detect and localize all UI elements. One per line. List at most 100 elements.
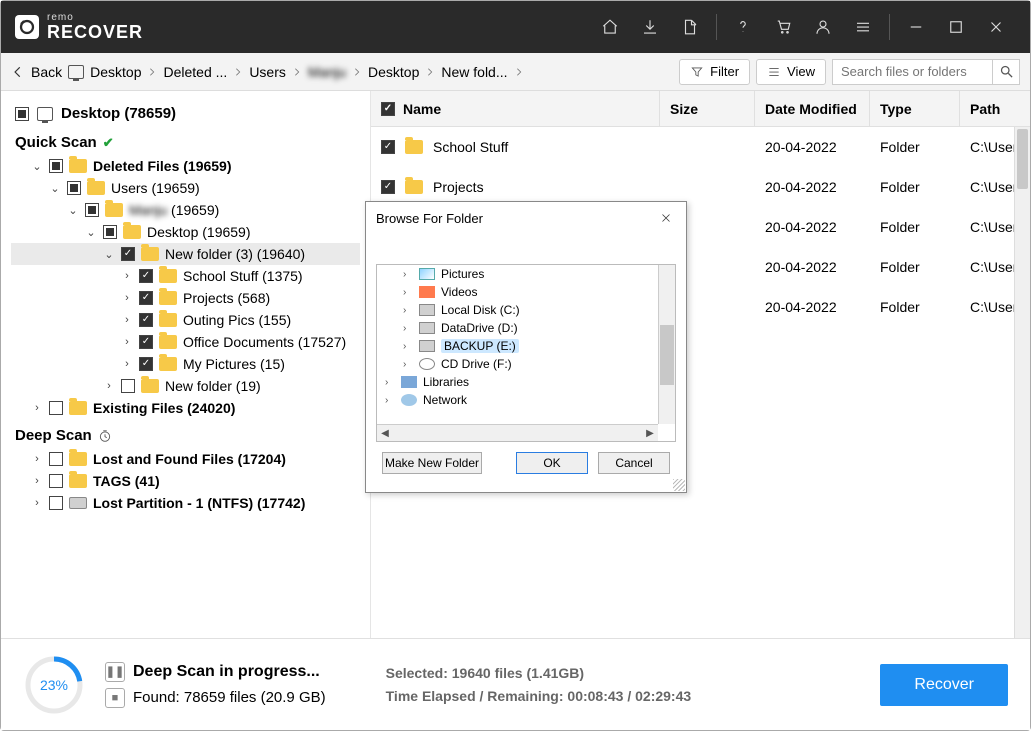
breadcrumb-item[interactable]: Users [249,64,286,80]
node-checkbox[interactable] [49,159,63,173]
expand-toggle[interactable]: › [121,358,133,370]
tree-node[interactable]: ›Existing Files (24020) [11,397,360,419]
col-path[interactable]: Path [960,91,1030,126]
tree-node[interactable]: ›Lost Partition - 1 (NTFS) (17742) [11,492,360,514]
dialog-tree-item[interactable]: ›DataDrive (D:) [377,319,675,337]
node-checkbox[interactable] [139,291,153,305]
pause-button[interactable]: ❚❚ [105,662,125,682]
breadcrumb-item[interactable]: Desktop [68,64,141,80]
node-checkbox[interactable] [121,379,135,393]
vertical-scrollbar[interactable] [1014,127,1030,640]
make-new-folder-button[interactable]: Make New Folder [382,452,482,474]
close-icon[interactable] [976,1,1016,53]
dialog-tree-item[interactable]: ›Videos [377,283,675,301]
cart-icon[interactable] [763,1,803,53]
expand-toggle[interactable]: ⌄ [103,248,115,261]
maximize-icon[interactable] [936,1,976,53]
tree-node[interactable]: ›Lost and Found Files (17204) [11,448,360,470]
node-checkbox[interactable] [67,181,81,195]
node-checkbox[interactable] [49,452,63,466]
node-checkbox[interactable] [121,247,135,261]
back-button[interactable]: Back [11,64,62,80]
dialog-folder-tree[interactable]: ›Pictures›Videos›Local Disk (C:)›DataDri… [376,264,676,442]
tree-node[interactable]: ›TAGS (41) [11,470,360,492]
dialog-close-button[interactable] [656,208,676,228]
expand-toggle[interactable]: › [31,475,43,487]
node-checkbox[interactable] [139,335,153,349]
file-row[interactable]: School Stuff20-04-2022FolderC:\Users [371,127,1030,167]
expand-toggle[interactable]: ⌄ [67,204,79,217]
search-button[interactable] [992,59,1020,85]
dialog-tree-item[interactable]: ›Libraries [377,373,675,391]
expand-toggle[interactable]: › [121,270,133,282]
dialog-tree-item[interactable]: ›CD Drive (F:) [377,355,675,373]
node-checkbox[interactable] [85,203,99,217]
recover-button[interactable]: Recover [880,664,1008,706]
breadcrumb-item[interactable]: Deleted ... [163,64,227,80]
tree-node[interactable]: ⌄New folder (3) (19640) [11,243,360,265]
view-button[interactable]: View [756,59,826,85]
tree-node[interactable]: ⌄Desktop (19659) [11,221,360,243]
expand-arrow-icon[interactable]: › [403,269,413,280]
node-checkbox[interactable] [49,496,63,510]
expand-toggle[interactable]: › [121,292,133,304]
row-checkbox[interactable] [381,180,395,194]
row-checkbox[interactable] [381,140,395,154]
node-checkbox[interactable] [49,474,63,488]
expand-toggle[interactable]: ⌄ [31,160,43,173]
expand-toggle[interactable]: ⌄ [85,226,97,239]
breadcrumb-item[interactable]: Desktop [368,64,419,80]
expand-toggle[interactable]: › [31,497,43,509]
home-icon[interactable] [590,1,630,53]
download-icon[interactable] [630,1,670,53]
tree-node[interactable]: ›Office Documents (17527) [11,331,360,353]
node-checkbox[interactable] [139,357,153,371]
dialog-vscrollbar[interactable] [658,265,675,424]
expand-toggle[interactable]: › [31,402,43,414]
expand-arrow-icon[interactable]: › [385,377,395,388]
node-checkbox[interactable] [103,225,117,239]
menu-icon[interactable] [843,1,883,53]
node-checkbox[interactable] [139,269,153,283]
dialog-hscrollbar[interactable]: ◀▶ [377,424,658,441]
tree-node[interactable]: ⌄Manju (19659) [11,199,360,221]
tree-node[interactable]: ›Outing Pics (155) [11,309,360,331]
dialog-tree-item[interactable]: ›Local Disk (C:) [377,301,675,319]
node-checkbox[interactable] [49,401,63,415]
search-input[interactable] [832,59,992,85]
expand-arrow-icon[interactable]: › [403,305,413,316]
stop-button[interactable]: ■ [105,688,125,708]
expand-toggle[interactable]: › [31,453,43,465]
col-type[interactable]: Type [870,91,960,126]
tree-node[interactable]: ⌄Users (19659) [11,177,360,199]
expand-toggle[interactable]: › [121,314,133,326]
expand-toggle[interactable]: ⌄ [49,182,61,195]
node-checkbox[interactable] [139,313,153,327]
ok-button[interactable]: OK [516,452,588,474]
cancel-button[interactable]: Cancel [598,452,670,474]
breadcrumb-item[interactable]: Manju [308,64,346,80]
dialog-title-bar[interactable]: Browse For Folder [366,202,686,234]
expand-toggle[interactable]: › [103,380,115,392]
dialog-tree-item[interactable]: ›Network [377,391,675,409]
help-icon[interactable] [723,1,763,53]
expand-arrow-icon[interactable]: › [403,359,413,370]
expand-arrow-icon[interactable]: › [403,287,413,298]
select-all-checkbox[interactable] [381,102,395,116]
col-size[interactable]: Size [660,91,755,126]
dialog-resize-handle[interactable] [673,479,685,491]
expand-arrow-icon[interactable]: › [403,341,413,352]
tree-node[interactable]: ›Projects (568) [11,287,360,309]
breadcrumb-item[interactable]: New fold... [441,64,507,80]
dialog-tree-item[interactable]: ›Pictures [377,265,675,283]
tree-node[interactable]: ›School Stuff (1375) [11,265,360,287]
filter-button[interactable]: Filter [679,59,750,85]
export-icon[interactable] [670,1,710,53]
col-date[interactable]: Date Modified [755,91,870,126]
tree-node[interactable]: ⌄Deleted Files (19659) [11,155,360,177]
tree-node[interactable]: ›New folder (19) [11,375,360,397]
dialog-tree-item[interactable]: ›BACKUP (E:) [377,337,675,355]
col-name[interactable]: Name [371,91,660,126]
expand-toggle[interactable]: › [121,336,133,348]
expand-arrow-icon[interactable]: › [385,395,395,406]
